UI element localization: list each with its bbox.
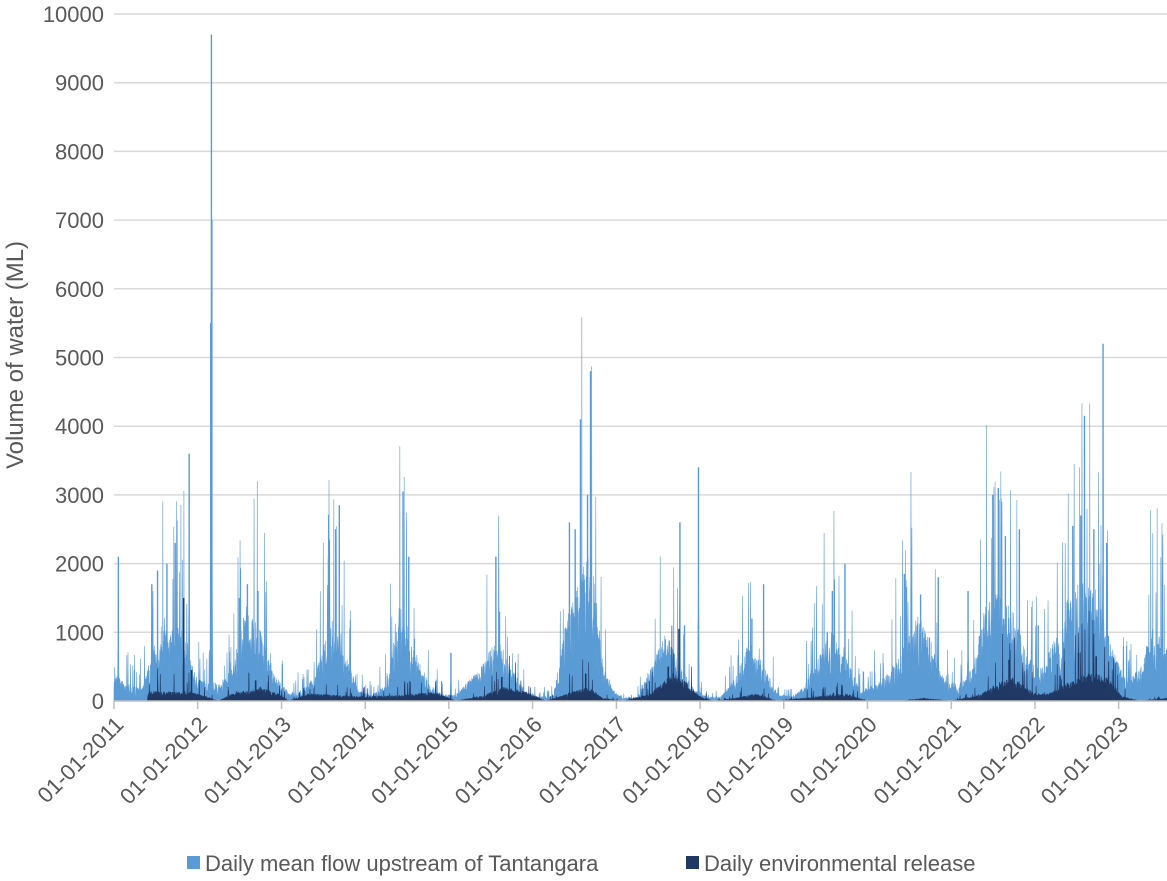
- y-tick-label: 7000: [55, 208, 104, 233]
- y-axis-title: Volume of water (ML): [2, 241, 29, 469]
- x-tick-label: 01-01-2021: [868, 712, 965, 809]
- x-tick-label: 01-01-2013: [199, 712, 296, 809]
- y-tick-label: 6000: [55, 277, 104, 302]
- legend-label-release: Daily environmental release: [704, 851, 975, 876]
- y-tick-label: 9000: [55, 71, 104, 96]
- y-tick-label: 10000: [43, 2, 104, 27]
- y-tick-label: 3000: [55, 483, 104, 508]
- gridlines: [114, 13, 1167, 634]
- y-tick-label: 0: [92, 689, 104, 714]
- x-tick-label: 01-01-2016: [450, 712, 547, 809]
- flow-series: [113, 34, 1167, 702]
- y-tick-label: 1000: [55, 620, 104, 645]
- x-tick-label: 01-01-2011: [32, 712, 128, 808]
- y-tick-label: 4000: [55, 414, 104, 439]
- x-tick-label: 01-01-2022: [952, 712, 1049, 809]
- legend-label-flow: Daily mean flow upstream of Tantangara: [205, 851, 599, 876]
- flow-area: [113, 34, 1167, 702]
- chart: 0 1000 2000 3000 4000 5000 6000 7000 8000 9000 100…: [2, 2, 1167, 876]
- x-tick-label: 01-01-2023: [1036, 712, 1133, 809]
- x-tick-label: 01-01-2012: [115, 712, 212, 809]
- y-tick-label: 8000: [55, 139, 104, 164]
- y-tick-label: 5000: [55, 346, 104, 371]
- y-axis-ticks: 0 1000 2000 3000 4000 5000 6000 7000 8000 9000 100…: [43, 2, 104, 714]
- x-tick-label: 01-01-2019: [701, 712, 798, 809]
- legend: Daily mean flow upstream of Tantangara D…: [187, 851, 975, 876]
- x-tick-label: 01-01-2014: [282, 712, 379, 809]
- x-axis-ticks: 01-01-201101-01-201201-01-201301-01-2014…: [32, 701, 1133, 809]
- y-tick-label: 2000: [55, 552, 104, 577]
- legend-swatch-release: [686, 856, 699, 869]
- x-tick-label: 01-01-2015: [366, 712, 463, 809]
- x-tick-label: 01-01-2020: [785, 712, 882, 809]
- legend-swatch-flow: [187, 856, 200, 869]
- x-tick-label: 01-01-2017: [534, 712, 631, 809]
- x-tick-label: 01-01-2018: [617, 712, 714, 809]
